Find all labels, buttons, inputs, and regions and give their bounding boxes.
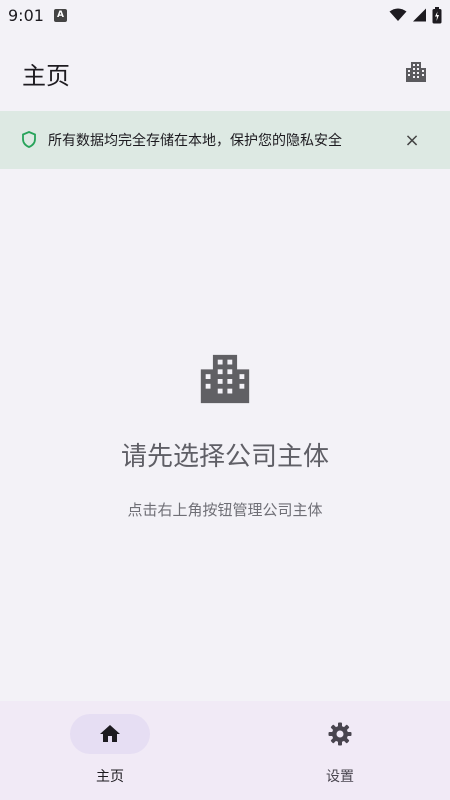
nav-label-settings: 设置 xyxy=(326,769,354,785)
gear-icon xyxy=(328,722,352,746)
status-time: 9:01 xyxy=(8,5,44,25)
status-left: 9:01 A xyxy=(8,6,67,25)
status-bar: 9:01 A xyxy=(0,0,450,30)
empty-state-title: 请先选择公司主体 xyxy=(120,442,329,472)
home-icon xyxy=(100,725,120,742)
bottom-navigation: 主页 设置 xyxy=(0,701,450,800)
nav-label-home: 主页 xyxy=(96,769,124,785)
battery-icon xyxy=(432,6,442,23)
empty-state-subtitle: 点击右上角按钮管理公司主体 xyxy=(127,501,323,519)
shield-icon xyxy=(22,131,36,148)
banner-close-button[interactable]: × xyxy=(400,128,424,152)
app-notification-icon: A xyxy=(53,8,67,22)
top-app-bar: 主页 xyxy=(0,38,450,106)
nav-item-home[interactable]: 主页 xyxy=(40,714,180,789)
business-icon xyxy=(200,354,250,404)
nav-item-settings[interactable]: 设置 xyxy=(270,714,410,789)
empty-state: 请先选择公司主体 点击右上角按钮管理公司主体 xyxy=(0,350,450,520)
signal-icon xyxy=(413,8,426,22)
nav-icon-container xyxy=(300,714,380,754)
privacy-banner: 所有数据均完全存储在本地，保护您的隐私安全 × xyxy=(0,111,450,169)
page-title: 主页 xyxy=(22,62,70,90)
nav-active-indicator xyxy=(70,714,150,754)
status-right xyxy=(389,6,442,24)
wifi-icon xyxy=(389,8,407,21)
company-management-button[interactable] xyxy=(396,52,436,92)
banner-message: 所有数据均完全存储在本地，保护您的隐私安全 xyxy=(48,133,342,149)
business-icon xyxy=(406,62,426,82)
